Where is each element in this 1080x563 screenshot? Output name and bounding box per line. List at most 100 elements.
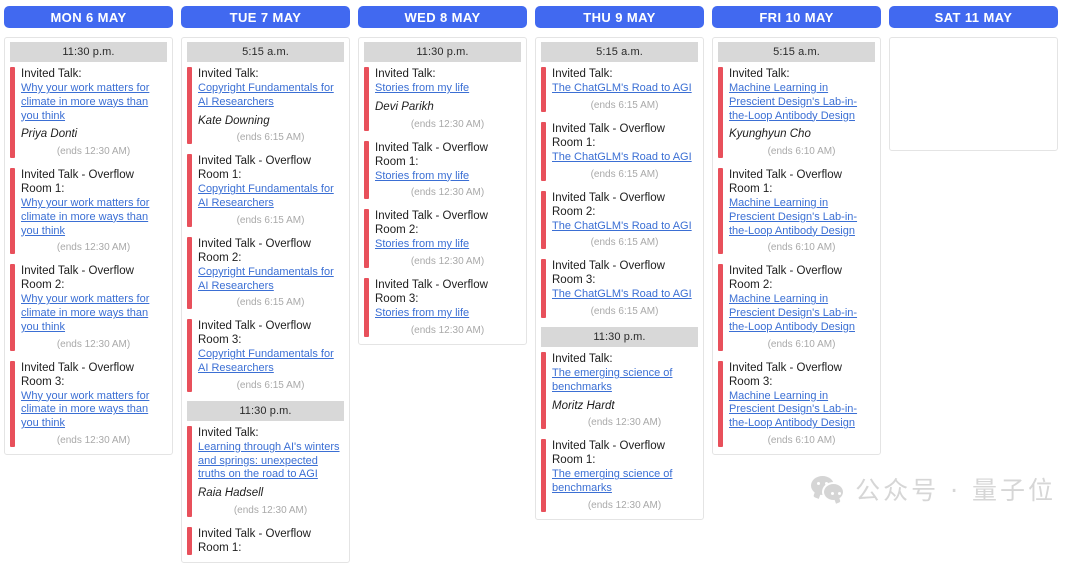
day-header[interactable]: THU 9 MAY [535,6,704,28]
event-item[interactable]: Invited Talk - Overflow Room 3: Stories f… [359,273,526,342]
event-item[interactable]: Invited Talk: Machine Learning in Prescie… [713,62,880,163]
event-item[interactable]: Invited Talk: The emerging science of ben… [536,347,703,434]
event-type-label: Invited Talk: [552,353,613,366]
event-body: Invited Talk - Overflow Room 3: Copyright… [198,319,343,392]
event-end-time: (ends 12:30 AM) [56,338,131,350]
event-body: Invited Talk - Overflow Room 1: Stories f… [375,141,520,200]
event-end-time: (ends 6:10 AM) [767,338,836,350]
event-title-link[interactable]: Why your work matters for climate in mor… [21,293,166,334]
event-type-label: Invited Talk - Overflow Room 1: [552,440,665,467]
event-speaker: Devi Parikh [375,100,434,113]
event-type-label: Invited Talk: [198,426,259,439]
event-speaker: Raia Hadsell [198,487,264,500]
event-title-link[interactable]: Why your work matters for climate in mor… [21,390,166,431]
event-body: Invited Talk - Overflow Room 1: The ChatG… [552,122,697,181]
event-title-link[interactable]: The ChatGLM's Road to AGI [552,82,697,96]
day-card: 5:15 a.m. Invited Talk: Copyright Fundamen… [181,37,350,563]
event-item[interactable]: Invited Talk - Overflow Room 1: Why your … [5,163,172,259]
day-column: THU 9 MAY 5:15 a.m. Invited Talk: The ChatG… [531,0,708,529]
event-title-link[interactable]: Copyright Fundamentals for AI Researcher… [198,183,343,211]
event-item[interactable]: Invited Talk - Overflow Room 3: The ChatG… [536,254,703,323]
event-item[interactable]: Invited Talk - Overflow Room 2: Why your … [5,259,172,355]
time-slot-header: 5:15 a.m. [718,42,875,62]
event-title-link[interactable]: Stories from my life [375,307,520,321]
event-item[interactable]: Invited Talk - Overflow Room 1: The ChatG… [536,117,703,186]
event-title-link[interactable]: Copyright Fundamentals for AI Researcher… [198,348,343,376]
event-accent-bar [718,168,723,255]
event-end-time: (ends 6:10 AM) [767,146,836,158]
event-title-link[interactable]: Why your work matters for climate in mor… [21,82,166,123]
event-type-label: Invited Talk - Overflow Room 1: [729,169,842,196]
event-body: Invited Talk - Overflow Room 2: Why your … [21,264,166,350]
event-item[interactable]: Invited Talk: Stories from my life Devi Pa… [359,62,526,136]
event-type-label: Invited Talk: [729,68,790,80]
event-item[interactable]: Invited Talk - Overflow Room 1: [182,522,349,560]
event-end-time: (ends 12:30 AM) [587,499,662,511]
event-type-label: Invited Talk - Overflow Room 1: [198,155,311,182]
event-type-label: Invited Talk - Overflow Room 3: [552,260,665,287]
event-item[interactable]: Invited Talk - Overflow Room 2: Machine L… [713,259,880,355]
event-body: Invited Talk: Copyright Fundamentals for … [198,67,343,144]
event-item[interactable]: Invited Talk - Overflow Room 2: Copyright… [182,232,349,315]
event-title-link[interactable]: The emerging science of benchmarks [552,468,697,496]
event-body: Invited Talk - Overflow Room 2: Stories f… [375,209,520,268]
event-title-link[interactable]: Machine Learning in Prescient Design's L… [729,390,874,431]
day-card: 5:15 a.m. Invited Talk: Machine Learning i… [712,37,881,455]
event-title-link[interactable]: The ChatGLM's Road to AGI [552,220,697,234]
event-title-link[interactable]: Machine Learning in Prescient Design's L… [729,82,874,123]
event-end-time: (ends 12:30 AM) [56,434,131,446]
event-title-link[interactable]: The ChatGLM's Road to AGI [552,288,697,302]
event-accent-bar [364,209,369,269]
event-item[interactable]: Invited Talk - Overflow Room 1: The emerg… [536,434,703,517]
event-title-link[interactable]: Machine Learning in Prescient Design's L… [729,197,874,238]
event-end-time: (ends 6:15 AM) [590,168,659,180]
day-header[interactable]: WED 8 MAY [358,6,527,28]
day-header[interactable]: TUE 7 MAY [181,6,350,28]
time-slot-header: 11:30 p.m. [187,400,344,421]
event-type-label: Invited Talk - Overflow Room 1: [21,169,134,196]
event-title-link[interactable]: Why your work matters for climate in mor… [21,197,166,238]
event-title-link[interactable]: Copyright Fundamentals for AI Researcher… [198,266,343,294]
day-header[interactable]: SAT 11 MAY [889,6,1058,28]
event-accent-bar [718,264,723,351]
event-title-link[interactable]: Machine Learning in Prescient Design's L… [729,293,874,334]
event-type-label: Invited Talk: [198,68,259,80]
event-title-link[interactable]: Learning through AI's winters and spring… [198,441,343,482]
day-column: MON 6 MAY 11:30 p.m. Invited Talk: Why your… [0,0,177,529]
event-speaker: Kyunghyun Cho [729,128,811,141]
event-item[interactable]: Invited Talk - Overflow Room 2: The ChatG… [536,186,703,255]
time-slot-header: 11:30 p.m. [10,42,167,62]
event-title-link[interactable]: Stories from my life [375,82,520,96]
day-header[interactable]: FRI 10 MAY [712,6,881,28]
day-header[interactable]: MON 6 MAY [4,6,173,28]
day-column: WED 8 MAY 11:30 p.m. Invited Talk: Stories … [354,0,531,529]
event-body: Invited Talk - Overflow Room 2: The ChatG… [552,191,697,250]
event-item[interactable]: Invited Talk: The ChatGLM's Road to AGI (e… [536,62,703,117]
event-title-link[interactable]: Stories from my life [375,170,520,184]
event-item[interactable]: Invited Talk - Overflow Room 3: Why your … [5,356,172,452]
event-accent-bar [187,425,192,517]
event-item[interactable]: Invited Talk: Why your work matters for c… [5,62,172,163]
day-column: FRI 10 MAY 5:15 a.m. Invited Talk: Machine … [708,0,885,529]
event-body: Invited Talk - Overflow Room 3: Stories f… [375,278,520,337]
event-title-link[interactable]: Copyright Fundamentals for AI Researcher… [198,82,343,110]
event-title-link[interactable]: Stories from my life [375,238,520,252]
event-title-link[interactable]: The ChatGLM's Road to AGI [552,151,697,165]
event-item[interactable]: Invited Talk: Learning through AI's winte… [182,421,349,522]
event-item[interactable]: Invited Talk - Overflow Room 3: Copyright… [182,314,349,397]
event-title-link[interactable]: The emerging science of benchmarks [552,367,697,395]
event-item[interactable]: Invited Talk - Overflow Room 3: Machine L… [713,356,880,452]
event-accent-bar [187,154,192,227]
event-item[interactable]: Invited Talk - Overflow Room 1: Copyright… [182,149,349,232]
event-accent-bar [187,67,192,145]
event-type-label: Invited Talk - Overflow Room 3: [375,279,488,306]
event-accent-bar [187,236,192,310]
event-item[interactable]: Invited Talk: Copyright Fundamentals for … [182,62,349,149]
event-speaker: Moritz Hardt [552,399,615,412]
event-end-time: (ends 6:15 AM) [590,237,659,249]
event-body: Invited Talk - Overflow Room 3: Machine L… [729,361,874,447]
event-item[interactable]: Invited Talk - Overflow Room 1: Stories f… [359,136,526,205]
time-slot-header: 11:30 p.m. [364,42,521,62]
event-item[interactable]: Invited Talk - Overflow Room 2: Stories f… [359,204,526,273]
event-item[interactable]: Invited Talk - Overflow Room 1: Machine L… [713,163,880,259]
